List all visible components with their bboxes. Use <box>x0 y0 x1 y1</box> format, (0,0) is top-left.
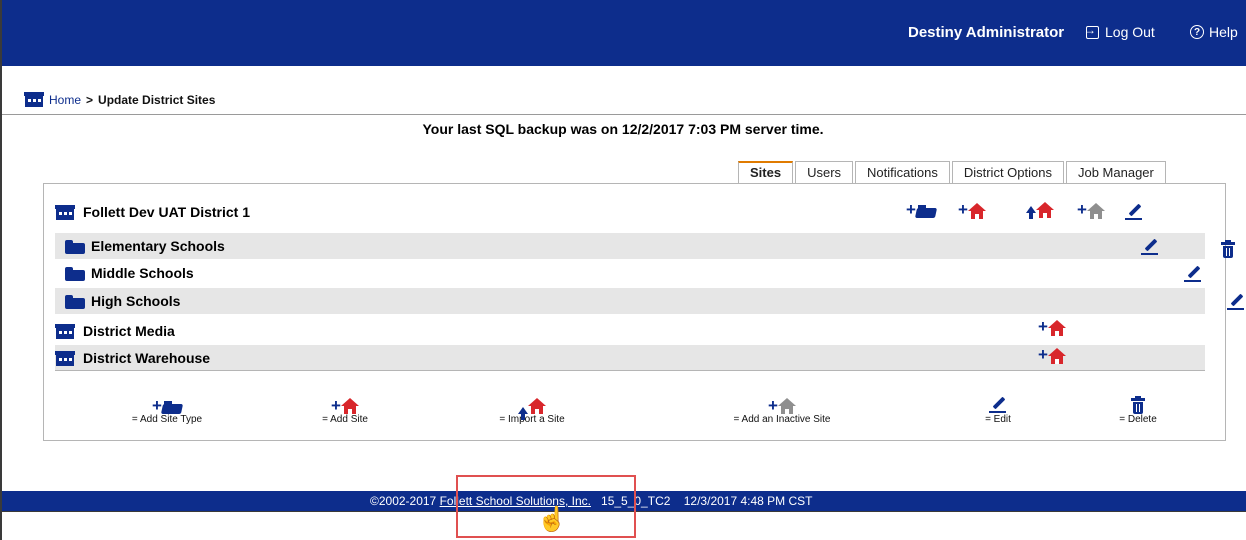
breadcrumb-separator: > <box>86 92 94 107</box>
legend-import-site-label: = Import a Site <box>499 414 565 425</box>
add-site-button[interactable]: + <box>1038 346 1066 365</box>
site-row: District Media <box>55 318 1205 344</box>
legend-edit-label: = Edit <box>985 414 1011 425</box>
tab-district-options[interactable]: District Options <box>951 161 1064 183</box>
logout-icon <box>1084 23 1099 39</box>
house-icon <box>1047 347 1066 364</box>
legend-add-inactive-site: + = Add an Inactive Site <box>712 392 852 425</box>
help-label: Help <box>1209 24 1238 40</box>
site-row: District Warehouse <box>55 345 1205 371</box>
house-icon <box>967 202 986 219</box>
school-icon <box>55 323 75 339</box>
import-site-button[interactable] <box>1026 201 1054 220</box>
breadcrumb-home-link[interactable]: Home <box>49 93 81 107</box>
house-icon <box>1047 319 1066 336</box>
backup-message: Your last SQL backup was on 12/2/2017 7:… <box>422 121 824 137</box>
site-type-label[interactable]: High Schools <box>91 293 180 309</box>
up-arrow-icon <box>1026 206 1036 220</box>
tab-notifications[interactable]: Notifications <box>855 161 950 183</box>
help-link[interactable]: ? Help <box>1190 24 1238 40</box>
edit-district-button[interactable] <box>1124 201 1144 221</box>
school-icon <box>24 92 44 107</box>
add-site-type-button[interactable]: + <box>906 201 938 220</box>
inactive-house-icon <box>1086 202 1105 219</box>
breadcrumb-current: Update District Sites <box>98 92 216 107</box>
legend-add-site-label: = Add Site <box>322 414 368 425</box>
top-header-bar: Destiny Administrator Log Out ? Help <box>2 0 1246 66</box>
edit-site-type-button[interactable] <box>1183 263 1203 283</box>
site-type-row: High Schools <box>55 288 1205 314</box>
school-icon <box>55 204 75 220</box>
legend-add-site-type: + = Add Site Type <box>112 392 222 425</box>
logout-label: Log Out <box>1105 24 1155 40</box>
folder-icon <box>65 295 85 310</box>
site-type-label[interactable]: Elementary Schools <box>91 238 225 254</box>
edit-site-type-button[interactable] <box>1226 291 1246 311</box>
legend-divider <box>55 370 1205 371</box>
delete-site-type-button[interactable] <box>1220 240 1235 258</box>
up-arrow-icon <box>518 407 528 420</box>
house-icon <box>340 398 359 414</box>
site-type-row: Elementary Schools <box>55 233 1205 259</box>
district-name: Follett Dev UAT District 1 <box>83 204 250 220</box>
footer-copyright: ©2002-2017 <box>370 494 437 508</box>
legend-delete-label: = Delete <box>1119 414 1157 425</box>
logout-link[interactable]: Log Out <box>1084 23 1155 41</box>
inactive-house-icon <box>777 398 796 414</box>
add-site-button[interactable]: + <box>958 201 986 220</box>
folder-icon <box>65 267 85 282</box>
legend-import-site: = Import a Site <box>472 392 592 425</box>
hand-cursor-icon: ☝ <box>537 506 567 533</box>
folder-add-icon <box>914 204 938 218</box>
breadcrumb-divider <box>2 114 1246 115</box>
tab-users[interactable]: Users <box>795 161 854 183</box>
breadcrumb: Home > Update District Sites <box>24 92 215 107</box>
site-type-label[interactable]: Middle Schools <box>91 265 194 281</box>
tab-sites[interactable]: Sites <box>738 161 794 183</box>
legend-edit: = Edit <box>968 392 1028 425</box>
trash-icon <box>1131 396 1145 414</box>
site-type-row: Middle Schools <box>55 260 1205 286</box>
site-label[interactable]: District Warehouse <box>83 350 210 366</box>
legend-delete: = Delete <box>1106 392 1170 425</box>
folder-icon <box>65 240 85 255</box>
school-icon <box>55 350 75 366</box>
legend-add-site: + = Add Site <box>300 392 390 425</box>
pencil-icon <box>988 394 1008 414</box>
site-label[interactable]: District Media <box>83 323 175 339</box>
house-icon <box>1036 201 1054 218</box>
house-icon <box>528 398 546 414</box>
add-inactive-site-button[interactable]: + <box>1077 201 1105 220</box>
legend-add-inactive-site-label: = Add an Inactive Site <box>733 414 831 425</box>
user-name: Destiny Administrator <box>908 24 1065 41</box>
help-icon: ? <box>1190 25 1204 39</box>
add-site-button[interactable]: + <box>1038 318 1066 337</box>
window-left-border <box>0 0 2 540</box>
edit-site-type-button[interactable] <box>1140 236 1160 256</box>
footer-timestamp: 12/3/2017 4:48 PM CST <box>683 494 813 508</box>
folder-add-icon <box>160 400 184 414</box>
tab-job-manager[interactable]: Job Manager <box>1065 161 1166 183</box>
legend-add-site-type-label: = Add Site Type <box>131 414 203 425</box>
tab-bar: Sites Users Notifications District Optio… <box>738 161 1168 183</box>
